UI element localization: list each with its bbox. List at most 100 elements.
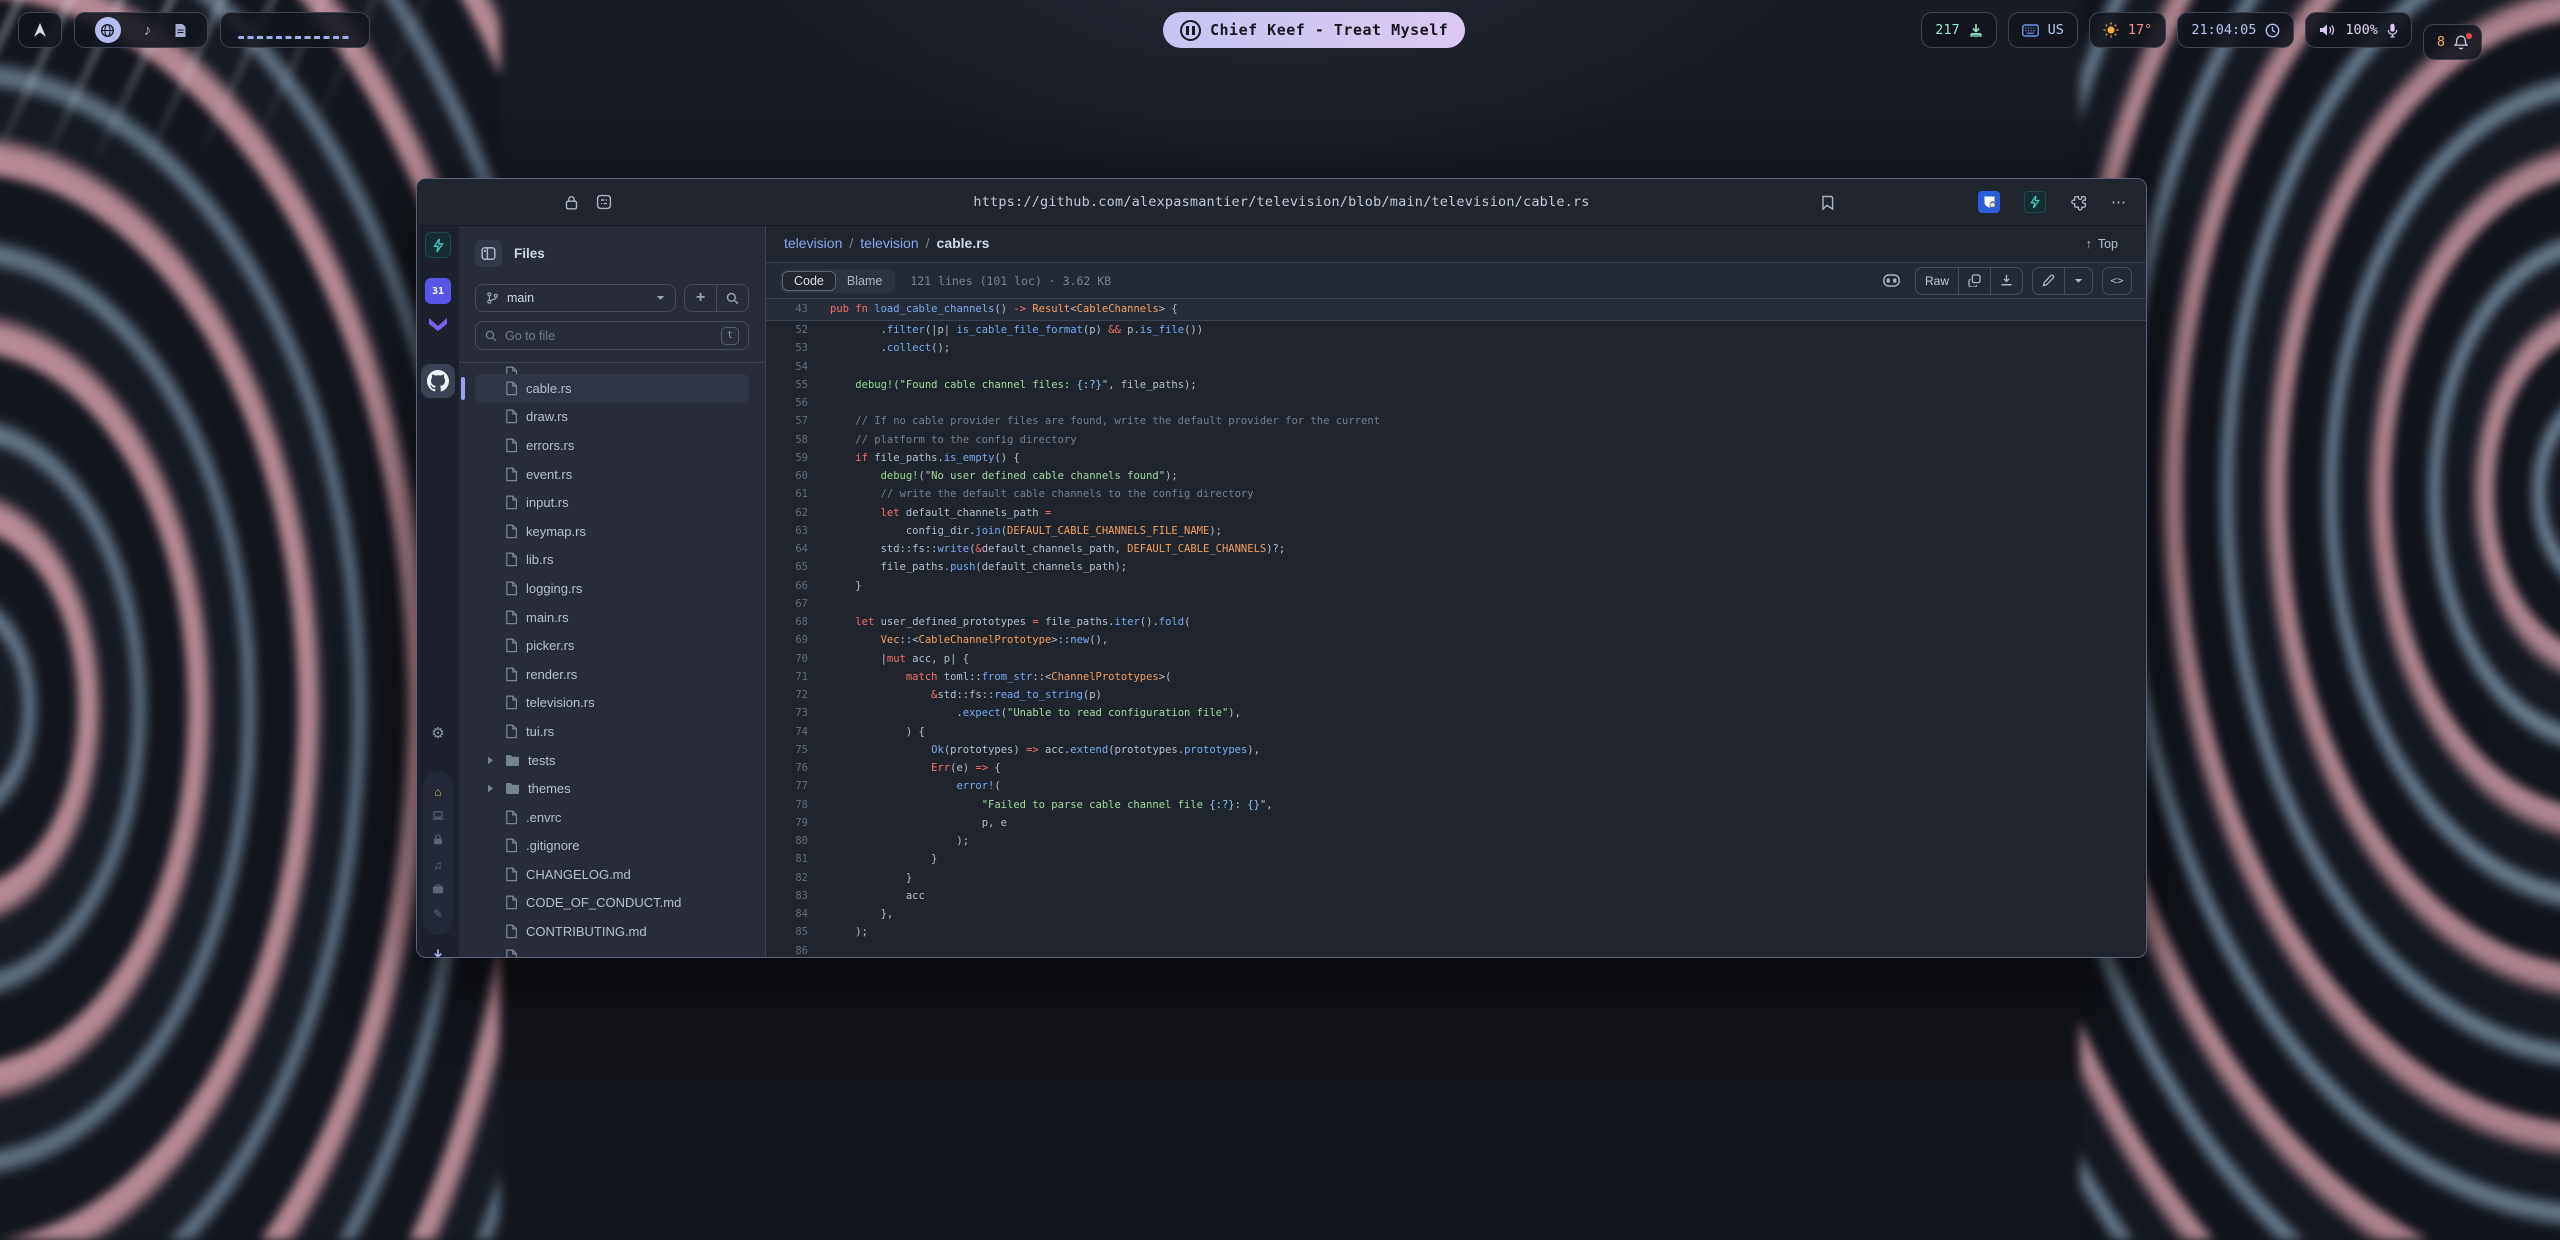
line-number[interactable]: 66 (766, 577, 822, 595)
line-number[interactable]: 55 (766, 376, 822, 394)
tab-calendar[interactable]: 31 (425, 278, 451, 304)
line-number[interactable]: 57 (766, 412, 822, 430)
music-icon[interactable]: ♫ (434, 859, 443, 871)
tree-file-item[interactable]: errors.rs (475, 431, 749, 460)
line-number[interactable]: 73 (766, 704, 822, 722)
launcher-button[interactable] (18, 12, 62, 48)
add-file-button[interactable]: + (685, 285, 716, 311)
line-number[interactable]: 82 (766, 869, 822, 887)
tree-file-item[interactable]: main.rs (475, 603, 749, 632)
tree-file-item[interactable]: input.rs (475, 488, 749, 517)
tree-file-item[interactable]: television.rs (475, 689, 749, 718)
tab-lightning[interactable] (425, 232, 451, 258)
line-number[interactable]: 77 (766, 777, 822, 795)
code-viewer[interactable]: 43pub fn load_cable_channels() -> Result… (766, 299, 2146, 958)
line-number[interactable]: 70 (766, 650, 822, 668)
tree-file-item[interactable]: tui.rs (475, 717, 749, 746)
line-number[interactable]: 63 (766, 522, 822, 540)
go-to-file-input[interactable]: Go to file t (475, 321, 749, 350)
back-to-top-link[interactable]: ↑ Top (2086, 237, 2118, 251)
download-button[interactable] (1990, 268, 2022, 294)
breadcrumb-repo-link[interactable]: television (784, 235, 842, 251)
site-info-icon[interactable] (596, 194, 612, 210)
briefcase-icon[interactable] (432, 884, 444, 894)
search-files-button[interactable] (716, 285, 748, 311)
line-number[interactable]: 67 (766, 595, 822, 613)
edit-dropdown-button[interactable] (2064, 268, 2092, 294)
line-number[interactable]: 54 (766, 358, 822, 376)
tree-file-item[interactable]: cable.rs (475, 374, 749, 403)
notifications-widget[interactable]: 8 (2423, 24, 2482, 60)
lock-icon[interactable] (565, 195, 578, 210)
lightning-extension-icon[interactable] (2024, 191, 2046, 213)
line-number[interactable]: 60 (766, 467, 822, 485)
tree-file-item[interactable]: picker.rs (475, 631, 749, 660)
line-number[interactable]: 78 (766, 796, 822, 814)
media-player-widget[interactable]: Chief Keef - Treat Myself (1163, 12, 1465, 48)
line-number[interactable]: 68 (766, 613, 822, 631)
keyboard-layout-widget[interactable]: US (2008, 12, 2078, 48)
collapse-sidebar-button[interactable] (475, 240, 502, 267)
line-number[interactable]: 59 (766, 449, 822, 467)
tab-blame[interactable]: Blame (836, 271, 893, 291)
symbols-button[interactable]: <> (2102, 267, 2132, 295)
tree-folder-item[interactable]: themes (475, 774, 749, 803)
line-number[interactable]: 56 (766, 394, 822, 412)
line-number[interactable]: 76 (766, 759, 822, 777)
tree-file-item[interactable] (475, 363, 749, 374)
tree-file-item[interactable]: render.rs (475, 660, 749, 689)
tree-file-item[interactable]: keymap.rs (475, 517, 749, 546)
puzzle-extensions-icon[interactable] (2070, 194, 2087, 211)
clock-widget[interactable]: 21:04:05 (2177, 12, 2294, 48)
lock-small-icon[interactable] (433, 834, 443, 845)
bookmark-icon[interactable] (1820, 194, 1836, 211)
line-number[interactable]: 43 (766, 299, 822, 320)
pause-icon[interactable] (1180, 20, 1201, 41)
line-number[interactable]: 65 (766, 558, 822, 576)
downloads-tray-icon[interactable] (430, 948, 446, 958)
line-number[interactable]: 84 (766, 905, 822, 923)
downloads-widget[interactable]: 217 (1921, 12, 1996, 48)
line-number[interactable]: 79 (766, 814, 822, 832)
line-number[interactable]: 71 (766, 668, 822, 686)
line-number[interactable]: 81 (766, 850, 822, 868)
tree-file-item[interactable]: CHANGELOG.md (475, 860, 749, 889)
line-number[interactable]: 72 (766, 686, 822, 704)
pen-icon[interactable]: ✎ (433, 908, 443, 920)
tree-file-item[interactable]: CODE_OF_CONDUCT.md (475, 889, 749, 918)
line-number[interactable]: 80 (766, 832, 822, 850)
line-number[interactable]: 74 (766, 723, 822, 741)
browser-url-bar[interactable]: https://github.com/alexpasmantier/televi… (417, 179, 2146, 226)
tree-file-item[interactable]: .envrc (475, 803, 749, 832)
line-number[interactable]: 58 (766, 431, 822, 449)
raw-button[interactable]: Raw (1916, 268, 1958, 294)
bitwarden-extension-icon[interactable] (1978, 191, 2000, 213)
overflow-menu-icon[interactable]: ⋯ (2111, 193, 2128, 211)
home-icon[interactable]: ⌂ (434, 786, 441, 798)
tab-github-active[interactable] (421, 364, 455, 398)
tree-folder-item[interactable]: tests (475, 746, 749, 775)
tree-file-item[interactable]: event.rs (475, 460, 749, 489)
line-number[interactable]: 75 (766, 741, 822, 759)
tree-file-item[interactable]: CONTRIBUTING.md (475, 917, 749, 946)
line-number[interactable]: 86 (766, 942, 822, 959)
line-number[interactable]: 61 (766, 485, 822, 503)
edit-button[interactable] (2033, 268, 2064, 294)
laptop-icon[interactable] (432, 811, 444, 820)
line-number[interactable]: 83 (766, 887, 822, 905)
branch-selector[interactable]: main (475, 284, 676, 312)
line-number[interactable]: 69 (766, 631, 822, 649)
tree-file-item[interactable]: logging.rs (475, 574, 749, 603)
volume-widget[interactable]: 100% (2305, 12, 2412, 48)
browser-app-button[interactable] (95, 17, 121, 43)
music-app-button[interactable]: ♪ (144, 22, 152, 39)
weather-widget[interactable]: 17° (2089, 12, 2166, 48)
tab-code[interactable]: Code (782, 271, 836, 291)
tree-file-item[interactable]: .gitignore (475, 832, 749, 861)
settings-gear-icon[interactable]: ⚙ (431, 724, 444, 742)
line-number[interactable]: 52 (766, 321, 822, 339)
url-text[interactable]: https://github.com/alexpasmantier/televi… (973, 194, 1589, 210)
tree-file-item[interactable]: draw.rs (475, 403, 749, 432)
tab-mail[interactable] (428, 316, 448, 332)
line-number[interactable]: 85 (766, 923, 822, 941)
